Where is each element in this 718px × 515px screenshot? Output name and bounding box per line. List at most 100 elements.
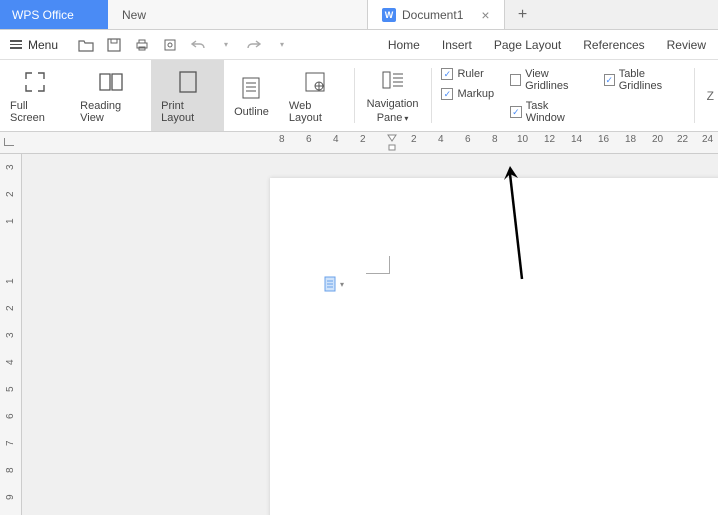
print-layout-icon [174,68,202,96]
title-bar: WPS Office New W Document1 × + [0,0,718,30]
indent-marker[interactable] [387,134,397,152]
ruler-tick: 24 [702,134,713,145]
ruler-tick: 2 [5,305,16,311]
task-window-checkbox[interactable]: Task Window [510,100,588,124]
tab-home[interactable]: Home [388,38,420,52]
ruler-tick: 3 [5,164,16,170]
menu-bar: Menu ▾ ▾ Home Insert Page Layout Referen… [0,30,718,60]
fullscreen-icon [21,68,49,96]
ruler-tick: 16 [598,134,609,145]
tab-document[interactable]: W Document1 × [368,0,505,29]
print-layout-label: Print Layout [161,100,214,124]
tab-review[interactable]: Review [667,38,706,52]
ruler-tick: 22 [677,134,688,145]
ruler-tick: 2 [360,134,366,145]
reading-view-label: Reading View [80,100,141,124]
doc-icon: W [382,8,396,22]
tab-new[interactable]: New [108,0,368,29]
ruler-tick: 4 [5,359,16,365]
nav-pane-icon [379,66,407,94]
add-tab-button[interactable]: + [505,0,541,29]
full-screen-label: Full Screen [10,100,60,124]
document-page[interactable]: ▾ [270,178,718,515]
ruler-tick: 3 [5,332,16,338]
navigation-pane-button[interactable]: Navigation Pane▾ [357,60,429,131]
ruler-tick: 4 [333,134,339,145]
table-gridlines-checkbox[interactable]: Table Gridlines [604,68,684,92]
cursor-position [366,256,390,274]
tab-new-label: New [122,8,146,22]
outline-label: Outline [234,106,269,118]
ruler-tick: 2 [5,191,16,197]
ribbon-separator [431,68,432,123]
ruler-tick: 6 [465,134,471,145]
ruler-tick: 8 [279,134,285,145]
quick-access-toolbar: ▾ ▾ [68,37,290,53]
menu-button[interactable]: Menu [0,30,68,59]
reading-icon [97,68,125,96]
hamburger-icon [10,40,22,49]
reading-view-button[interactable]: Reading View [70,60,151,131]
ruler-tick: 4 [438,134,444,145]
ruler-tick: 9 [5,494,16,500]
page-area[interactable]: ▾ [22,154,718,515]
print-layout-button[interactable]: Print Layout [151,60,224,131]
outline-icon [237,74,265,102]
ruler-tick: 7 [5,440,16,446]
document-small-icon [324,276,338,292]
undo-dropdown-icon[interactable]: ▾ [218,37,234,53]
chevron-down-icon: ▾ [404,114,408,123]
ribbon-tabs: Home Insert Page Layout References Revie… [388,38,718,52]
ribbon-checks-col1: Ruler Markup [433,60,502,131]
ribbon-separator [694,68,695,123]
checkbox-icon [441,68,453,80]
outline-button[interactable]: Outline [224,60,279,131]
print-icon[interactable] [134,37,150,53]
checkbox-icon [604,74,615,86]
checkbox-icon [510,106,522,118]
tab-insert[interactable]: Insert [442,38,472,52]
ruler-tick: 6 [306,134,312,145]
ruler-checkbox[interactable]: Ruler [441,68,494,80]
ruler-tick: 5 [5,386,16,392]
print-preview-icon[interactable] [162,37,178,53]
qat-dropdown-icon[interactable]: ▾ [274,37,290,53]
tab-page-layout[interactable]: Page Layout [494,38,561,52]
tab-references[interactable]: References [583,38,644,52]
ribbon-checks-col3: Table Gridlines [596,60,692,131]
tab-document-label: Document1 [402,8,463,22]
web-layout-button[interactable]: Web Layout [279,60,352,131]
view-gridlines-checkbox[interactable]: View Gridlines [510,68,588,92]
ruler-tick: 1 [5,278,16,284]
ruler-tick: 2 [411,134,417,145]
ribbon-view: Full Screen Reading View Print Layout Ou… [0,60,718,132]
nav-pane-label: Navigation Pane▾ [367,98,419,124]
undo-icon[interactable] [190,37,206,53]
app-brand: WPS Office [0,0,108,29]
ruler-tick: 6 [5,413,16,419]
close-icon[interactable]: × [481,7,489,23]
open-icon[interactable] [78,37,94,53]
checkbox-icon [441,88,453,100]
ruler-tick: 10 [517,134,528,145]
paste-options-button[interactable]: ▾ [324,276,344,292]
annotation-arrow [502,164,542,289]
chevron-down-icon: ▾ [340,280,344,289]
markup-checkbox[interactable]: Markup [441,88,494,100]
ruler-tick: 20 [652,134,663,145]
zoom-hint: Z [707,89,714,103]
save-icon[interactable] [106,37,122,53]
ribbon-separator [354,68,355,123]
web-layout-icon [301,68,329,96]
ruler-tick: 1 [5,218,16,224]
ribbon-checks-col2: View Gridlines Task Window [502,60,596,131]
ruler-tick: 8 [5,467,16,473]
zoom-group[interactable]: Z [697,60,718,131]
horizontal-ruler[interactable]: 864224681012141618202224 [0,132,718,154]
redo-icon[interactable] [246,37,262,53]
workspace: 3 2 1 1 2 3 4 5 6 7 8 9 ▾ [0,154,718,515]
full-screen-button[interactable]: Full Screen [0,60,70,131]
vertical-ruler[interactable]: 3 2 1 1 2 3 4 5 6 7 8 9 [0,154,22,515]
menu-label: Menu [28,38,58,52]
ruler-tick: 14 [571,134,582,145]
